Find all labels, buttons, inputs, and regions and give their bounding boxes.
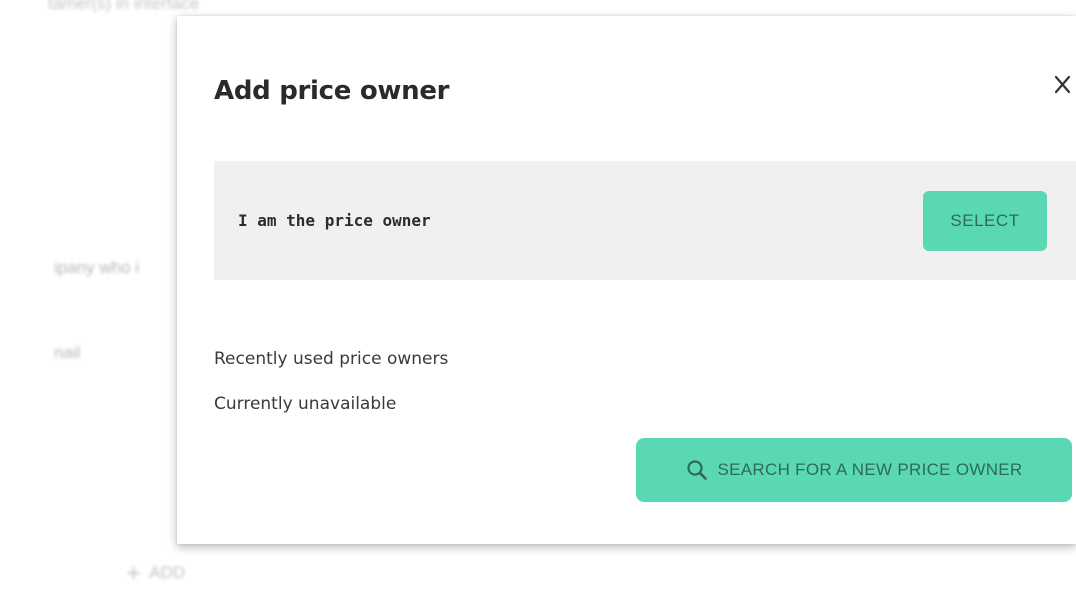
search-new-price-owner-label: SEARCH FOR A NEW PRICE OWNER	[717, 460, 1023, 479]
background-email-text: nail	[54, 343, 81, 362]
recent-owners-heading: Recently used price owners	[214, 349, 449, 369]
background-add-label: ADD	[149, 563, 186, 582]
self-price-owner-card: I am the price owner SELECT	[214, 161, 1076, 280]
background-company-text: ipany who i	[54, 258, 140, 277]
recent-owners-status: Currently unavailable	[214, 394, 397, 414]
search-new-price-owner-button[interactable]: SEARCH FOR A NEW PRICE OWNER	[636, 438, 1072, 502]
close-button[interactable]	[1052, 68, 1076, 100]
background-add-button: + ADD	[126, 560, 185, 586]
modal-title: Add price owner	[214, 76, 450, 106]
background-top-text: tamer(s) in interface	[48, 0, 200, 13]
close-icon	[1052, 68, 1076, 100]
plus-icon: +	[126, 558, 142, 588]
self-price-owner-label: I am the price owner	[238, 211, 431, 230]
add-price-owner-modal: Add price owner I am the price owner SEL…	[177, 16, 1076, 544]
select-button[interactable]: SELECT	[923, 191, 1047, 251]
search-icon	[686, 459, 708, 481]
